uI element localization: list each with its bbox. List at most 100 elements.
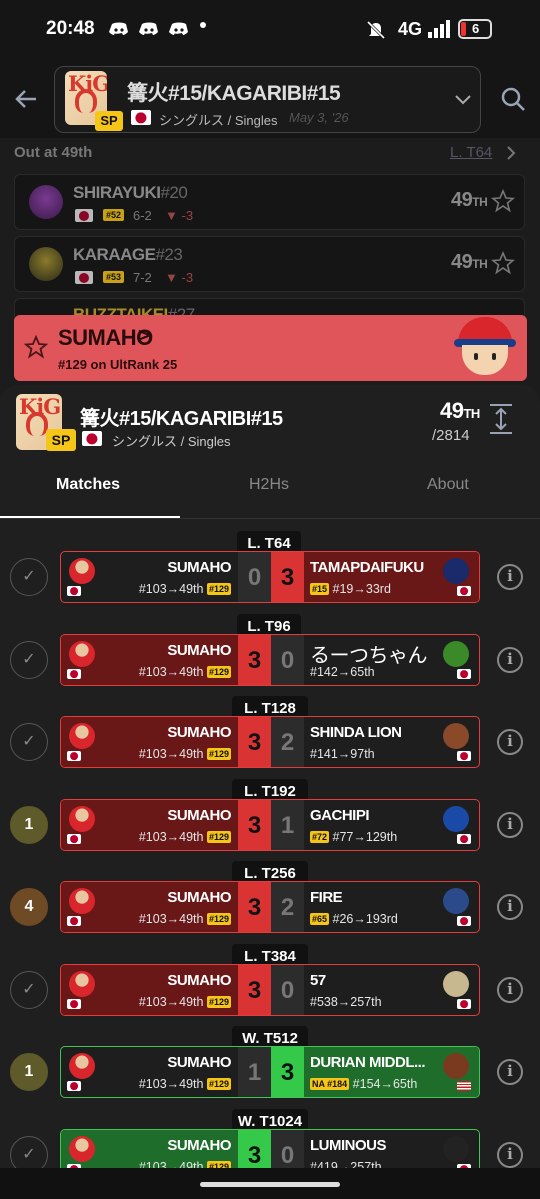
japan-flag-icon (457, 834, 471, 844)
left-player-meta: #103→49th #129 (138, 830, 231, 844)
japan-flag-icon (67, 586, 81, 596)
checkmark-icon[interactable]: ✓ (10, 558, 48, 596)
left-score: 1 (238, 1047, 271, 1097)
japan-flag-icon (67, 834, 81, 844)
right-player-name: LUMINOUS (310, 1137, 387, 1154)
match-card[interactable]: SUMAHO #103→49th #129 0 3 TAMAPDAIFUKU #15 #1… (60, 551, 480, 603)
right-score: 0 (271, 965, 304, 1015)
vod-count-badge[interactable]: 1 (10, 806, 48, 844)
vod-count-badge[interactable]: 1 (10, 1053, 48, 1091)
character-avatar (69, 1136, 95, 1162)
left-score: 3 (238, 965, 271, 1015)
left-player-name: SUMAHO (167, 972, 231, 989)
vod-count-badge[interactable]: 4 (10, 888, 48, 926)
left-score: 3 (238, 717, 271, 767)
japan-flag-icon (457, 669, 471, 679)
character-avatar (69, 888, 95, 914)
character-avatar (443, 641, 469, 667)
right-player-name: るーつちゃん (310, 645, 428, 667)
home-indicator[interactable] (200, 1182, 340, 1187)
character-avatar (69, 971, 95, 997)
right-player-name: FIRE (310, 889, 343, 906)
character-avatar (443, 806, 469, 832)
japan-flag-icon (457, 586, 471, 596)
left-player-meta: #103→49th #129 (139, 1160, 231, 1168)
japan-flag-icon (67, 916, 81, 926)
right-player-meta: #65 #26→193rd (310, 912, 398, 926)
info-icon[interactable]: i (497, 729, 523, 755)
info-icon[interactable]: i (497, 647, 523, 673)
left-score: 3 (238, 882, 271, 932)
match-card[interactable]: SUMAHO #103→49th #129 3 2 SHINDA LION #141→97… (60, 716, 480, 768)
right-score: 2 (271, 717, 304, 767)
match-card[interactable]: SUMAHO #103→49th #129 3 0 るーつちゃん #142→65th (60, 634, 480, 686)
left-player-name: SUMAHO (167, 1054, 231, 1071)
right-player-meta: NA #184 #154→65th (310, 1077, 418, 1091)
info-icon[interactable]: i (497, 812, 523, 838)
checkmark-icon[interactable]: ✓ (10, 641, 48, 679)
character-avatar (69, 558, 95, 584)
left-player-meta: #103→49th #129 (138, 1077, 231, 1091)
right-player-name: 57 (310, 972, 326, 989)
character-avatar (443, 723, 469, 749)
left-player-name: SUMAHO (167, 807, 231, 824)
left-score: 3 (238, 800, 271, 850)
match-list: L. T64 ✓ SUMAHO #103→49th #129 0 3 TAMAPDAIFUK… (0, 0, 540, 1168)
right-player-name: DURIAN MIDDL... (310, 1054, 426, 1071)
character-avatar (443, 1136, 469, 1162)
left-player-name: SUMAHO (167, 889, 231, 906)
japan-flag-icon (457, 999, 471, 1009)
info-icon[interactable]: i (497, 564, 523, 590)
left-player-meta: #103→49th #129 (138, 665, 231, 679)
right-player-name: GACHIPI (310, 807, 370, 824)
right-score: 3 (271, 1047, 304, 1097)
japan-flag-icon (67, 999, 81, 1009)
right-score: 3 (271, 552, 304, 602)
right-player-name: SHINDA LION (310, 724, 402, 741)
info-icon[interactable]: i (497, 894, 523, 920)
match-card[interactable]: SUMAHO #103→49th #129 3 1 GACHIPI #72 #77→129… (60, 799, 480, 851)
match-card[interactable]: SUMAHO #103→49th #129 3 2 FIRE #65 #26→193rd (60, 881, 480, 933)
right-score: 0 (271, 1130, 304, 1168)
character-avatar (443, 558, 469, 584)
right-score: 0 (271, 635, 304, 685)
right-player-meta: #72 #77→129th (310, 830, 398, 844)
checkmark-icon[interactable]: ✓ (10, 971, 48, 1009)
match-card[interactable]: SUMAHO #103→49th #129 3 0 LUMINOUS #419→257th (60, 1129, 480, 1168)
japan-flag-icon (67, 669, 81, 679)
japan-flag-icon (67, 751, 81, 761)
left-player-meta: #103→49th #129 (138, 912, 231, 926)
japan-flag-icon (457, 751, 471, 761)
match-card[interactable]: SUMAHO #103→49th #129 3 0 57 #538→257th (60, 964, 480, 1016)
character-avatar (69, 641, 95, 667)
info-icon[interactable]: i (497, 1142, 523, 1168)
info-icon[interactable]: i (497, 1059, 523, 1085)
japan-flag-icon (67, 1081, 81, 1091)
right-score: 2 (271, 882, 304, 932)
left-player-meta: #103→49th #129 (138, 995, 231, 1009)
left-score: 0 (238, 552, 271, 602)
checkmark-icon[interactable]: ✓ (10, 1136, 48, 1168)
right-player-meta: #538→257th (310, 995, 382, 1009)
left-player-meta: #103→49th #129 (138, 582, 231, 596)
right-player-meta: #419→257th (310, 1160, 382, 1168)
left-player-name: SUMAHO (167, 724, 231, 741)
character-avatar (69, 806, 95, 832)
right-player-name: TAMAPDAIFUKU (310, 559, 424, 576)
right-player-meta: #142→65th (310, 665, 375, 679)
left-player-name: SUMAHO (167, 559, 231, 576)
character-avatar (443, 888, 469, 914)
left-player-name: SUMAHO (167, 1137, 231, 1154)
match-card[interactable]: SUMAHO #103→49th #129 1 3 DURIAN MIDDL... NA … (60, 1046, 480, 1098)
japan-flag-icon (457, 916, 471, 926)
right-player-meta: #141→97th (310, 747, 375, 761)
left-player-meta: #103→49th #129 (138, 747, 231, 761)
usa-flag-icon (457, 1081, 471, 1091)
character-avatar (69, 723, 95, 749)
left-score: 3 (238, 1130, 271, 1168)
right-score: 1 (271, 800, 304, 850)
character-avatar (443, 1053, 469, 1079)
info-icon[interactable]: i (497, 977, 523, 1003)
checkmark-icon[interactable]: ✓ (10, 723, 48, 761)
left-score: 3 (238, 635, 271, 685)
